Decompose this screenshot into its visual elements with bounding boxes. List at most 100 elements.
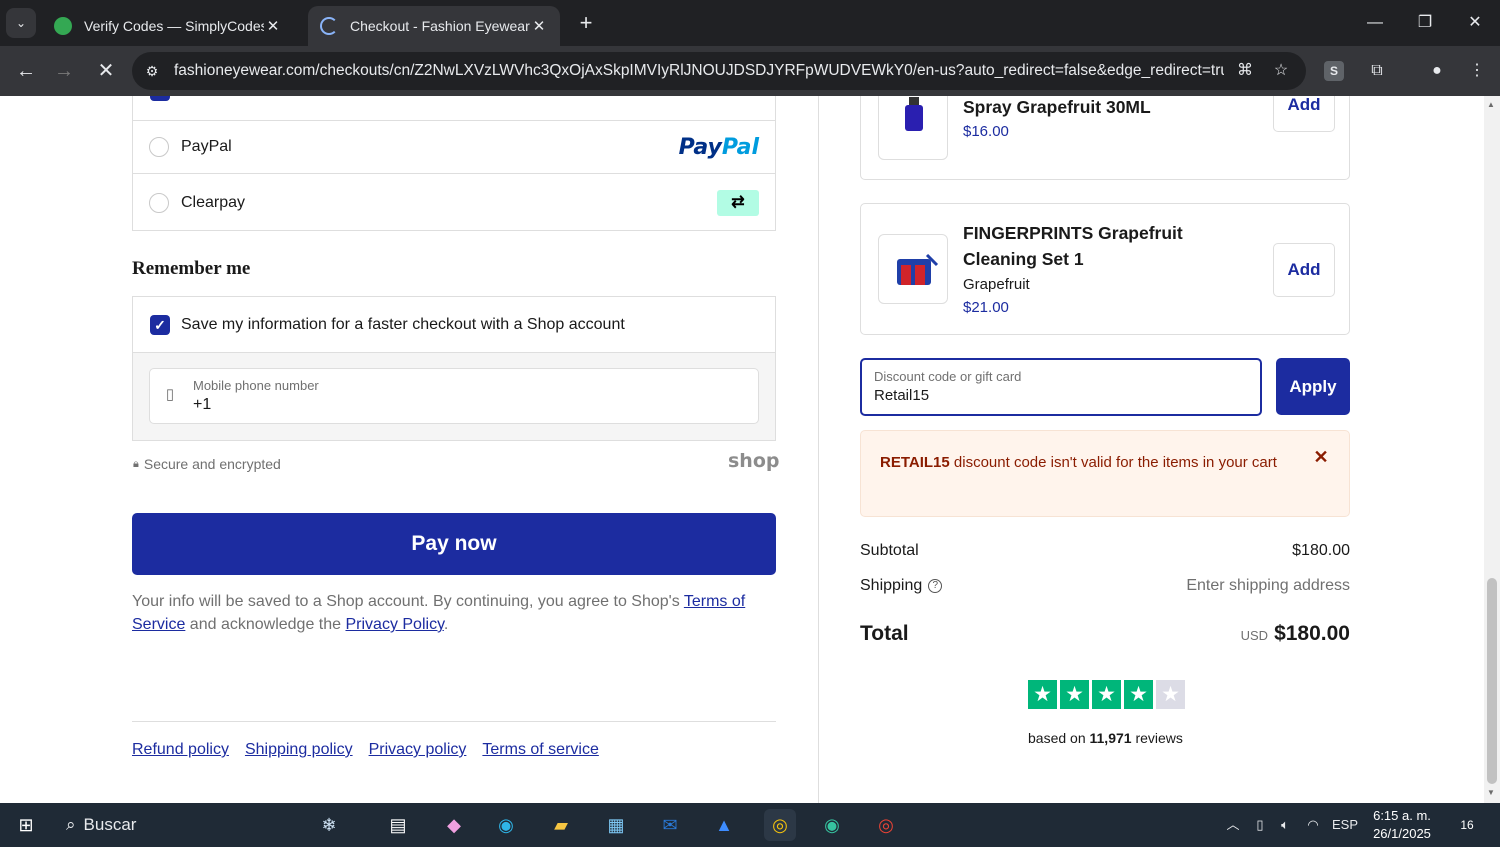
product-thumbnail — [878, 234, 948, 304]
selected-shipping-checkbox[interactable] — [150, 96, 170, 101]
help-icon[interactable]: ? — [928, 578, 943, 593]
clock-time: 6:15 a. m. — [1373, 808, 1431, 823]
secure-text: Secure and encrypted — [143, 456, 281, 472]
search-highlight-icon[interactable]: ❄ — [294, 809, 364, 841]
address-bar[interactable]: ⚙ fashioneyewear.com/checkouts/cn/Z2NwLX… — [132, 52, 1306, 90]
subtotal-label: Subtotal — [860, 542, 919, 559]
language-indicator[interactable]: ESP — [1330, 803, 1360, 847]
profile-avatar-icon[interactable]: ● — [1424, 58, 1450, 84]
product-variant: Grapefruit — [963, 276, 1030, 293]
apply-discount-button[interactable]: Apply — [1276, 358, 1350, 415]
windows-start-icon[interactable]: ⊞ — [10, 809, 42, 841]
reviews-prefix: based on — [1028, 730, 1090, 746]
loading-spinner-icon — [320, 17, 338, 35]
phone-label: Mobile phone number — [193, 378, 319, 393]
payment-option-clearpay[interactable]: Clearpay ⇄ — [133, 175, 775, 231]
column-divider — [818, 96, 819, 803]
close-window-button[interactable]: ✕ — [1450, 0, 1500, 46]
url-text[interactable]: fashioneyewear.com/checkouts/cn/Z2NwLXVz… — [174, 62, 1224, 80]
show-hidden-icons-icon[interactable]: ︿ — [1222, 803, 1244, 847]
upsell-item: FINGERPRINTS Refillable Cleaning Spray G… — [860, 96, 1350, 180]
wifi-icon[interactable]: ◠ — [1302, 803, 1324, 847]
remember-me-box: ✓ Save my information for a faster check… — [132, 296, 776, 441]
total-row: Total USD $180.00 — [860, 622, 1350, 646]
secure-note: 🔒︎ Secure and encrypted — [133, 456, 281, 472]
edge-beta-icon[interactable]: ◉ — [816, 809, 848, 841]
add-upsell-button[interactable]: Add — [1273, 96, 1335, 132]
microsoft-store-icon[interactable]: ▦ — [600, 809, 632, 841]
new-tab-button[interactable]: + — [572, 9, 600, 37]
privacy-policy-footer-link[interactable]: Privacy policy — [369, 741, 467, 759]
minimize-button[interactable]: — — [1350, 0, 1400, 46]
total-amount: USD $180.00 — [1241, 622, 1350, 646]
extensions-puzzle-icon[interactable]: ⧉ — [1364, 58, 1390, 84]
browser-tab-bar: ⌄ Verify Codes — SimplyCodes ✕ Checkout … — [0, 0, 1500, 46]
tab-simplycodes[interactable]: Verify Codes — SimplyCodes ✕ — [42, 6, 294, 46]
consent-text: Your info will be saved to a Shop accoun… — [132, 590, 776, 636]
save-info-checkbox[interactable]: ✓ — [150, 314, 170, 335]
page-scrollbar[interactable]: ▲ ▼ — [1484, 96, 1500, 803]
translate-icon[interactable]: ⌘ — [1234, 60, 1256, 82]
trustpilot-stars: ★ ★ ★ ★ ★ — [1028, 680, 1185, 709]
reviews-suffix: reviews — [1131, 730, 1183, 746]
close-icon[interactable]: ✕ — [1311, 447, 1331, 467]
scrollbar-thumb[interactable] — [1487, 578, 1497, 784]
scroll-up-arrow-icon[interactable]: ▲ — [1487, 100, 1495, 109]
taskbar-clock[interactable]: 6:15 a. m. 26/1/2025 — [1362, 807, 1442, 843]
save-info-row[interactable]: ✓ Save my information for a faster check… — [133, 297, 775, 353]
terms-of-service-footer-link[interactable]: Terms of service — [482, 741, 598, 759]
back-button[interactable]: ← — [12, 57, 40, 85]
tab-search-button[interactable]: ⌄ — [6, 8, 36, 38]
taskbar-search[interactable]: ⌕ Buscar — [56, 807, 296, 843]
mobile-phone-field[interactable]: ▯ Mobile phone number +1 — [149, 368, 759, 424]
file-explorer-icon[interactable]: ▰ — [545, 809, 577, 841]
shipping-policy-link[interactable]: Shipping policy — [245, 741, 353, 759]
error-text: discount code isn't valid for the items … — [949, 454, 1277, 471]
remember-me-heading: Remember me — [132, 258, 251, 279]
pay-now-button[interactable]: Pay now — [132, 513, 776, 575]
search-placeholder: Buscar — [83, 815, 137, 834]
payment-option-paypal[interactable]: PayPal PayPal — [133, 120, 775, 174]
notifications-icon[interactable]: 16 — [1454, 813, 1480, 837]
refund-policy-link[interactable]: Refund policy — [132, 741, 229, 759]
discount-input[interactable]: Retail15 — [874, 387, 929, 404]
app-icon[interactable]: ▲ — [708, 809, 740, 841]
tab-checkout[interactable]: Checkout - Fashion Eyewear ✕ — [308, 6, 560, 46]
task-view-icon[interactable]: ▤ — [382, 809, 414, 841]
simplycodes-extension-icon[interactable]: S — [1324, 61, 1344, 81]
product-price: $21.00 — [963, 299, 1009, 316]
notification-count: 16 — [1460, 818, 1474, 832]
lock-icon: 🔒︎ — [133, 457, 139, 470]
clearpay-radio[interactable] — [149, 193, 169, 213]
close-tab-icon[interactable]: ✕ — [530, 17, 548, 35]
phone-input[interactable]: +1 — [193, 396, 211, 414]
add-upsell-button[interactable]: Add — [1273, 243, 1335, 297]
restore-button[interactable]: ❐ — [1400, 0, 1450, 46]
upsell-item: FINGERPRINTS Grapefruit Cleaning Set 1 G… — [860, 203, 1350, 335]
chrome-profile-icon[interactable]: ◎ — [870, 809, 902, 841]
stop-loading-button[interactable]: ✕ — [92, 57, 120, 85]
discount-error-banner: RETAIL15 discount code isn't valid for t… — [860, 430, 1350, 517]
outlook-icon[interactable]: ✉ — [654, 809, 686, 841]
volume-icon[interactable]: 🔈︎ — [1274, 803, 1296, 847]
discount-code-field[interactable]: Discount code or gift card Retail15 — [860, 358, 1262, 416]
bookmark-star-icon[interactable]: ☆ — [1270, 60, 1292, 82]
copilot-icon[interactable]: ◆ — [438, 809, 470, 841]
scroll-down-arrow-icon[interactable]: ▼ — [1487, 788, 1495, 797]
star-icon: ★ — [1124, 680, 1153, 709]
star-icon: ★ — [1156, 680, 1185, 709]
close-tab-icon[interactable]: ✕ — [264, 17, 282, 35]
edge-icon[interactable]: ◉ — [490, 809, 522, 841]
total-currency: USD — [1240, 628, 1269, 643]
shop-logo: shop — [728, 450, 780, 472]
product-name: FINGERPRINTS Grapefruit Cleaning Set 1 — [963, 223, 1183, 269]
privacy-policy-link[interactable]: Privacy Policy — [345, 616, 443, 633]
browser-toolbar: ← → ✕ ⚙ fashioneyewear.com/checkouts/cn/… — [0, 46, 1500, 96]
paypal-radio[interactable] — [149, 137, 169, 157]
chrome-icon[interactable]: ◎ — [764, 809, 796, 841]
forward-button[interactable]: → — [50, 57, 78, 85]
battery-icon[interactable]: ▯ — [1250, 803, 1270, 847]
site-info-icon[interactable]: ⚙ — [142, 61, 162, 81]
total-value: $180.00 — [1274, 622, 1350, 645]
menu-kebab-icon[interactable]: ⋮ — [1464, 58, 1490, 84]
